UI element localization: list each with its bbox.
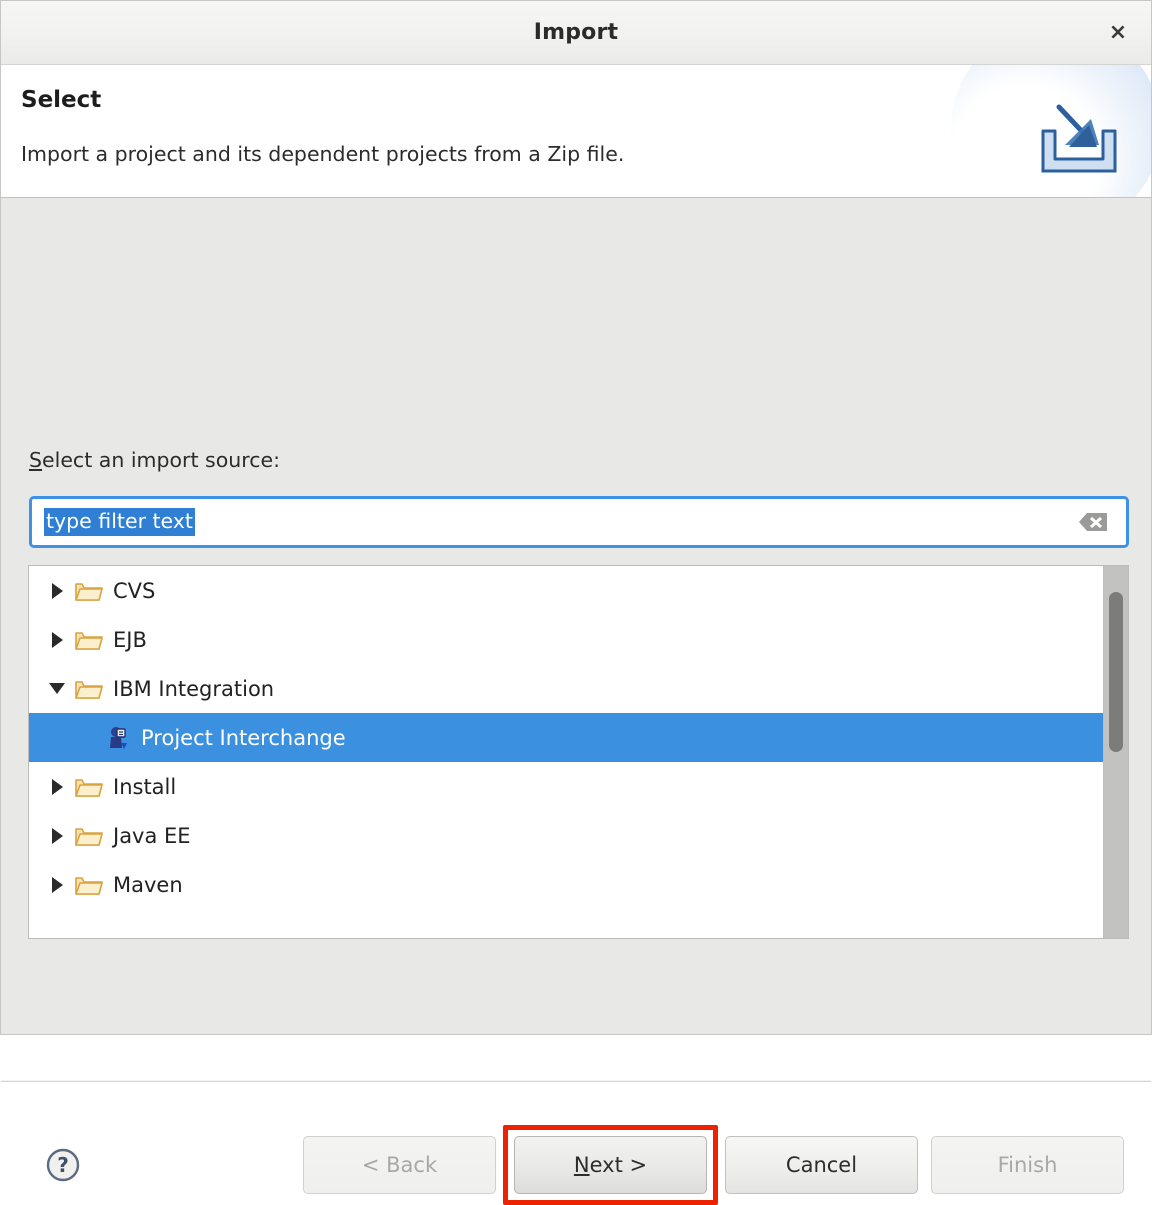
tree-item-label: Java EE — [113, 823, 191, 848]
import-wizard-icon — [1041, 104, 1117, 173]
tree-item-install[interactable]: Install — [29, 762, 1103, 811]
page-description: Import a project and its dependent proje… — [21, 142, 625, 166]
filter-input-wrapper[interactable]: type filter text — [29, 496, 1129, 548]
tree-item-label: CVS — [113, 578, 156, 603]
filter-input[interactable]: type filter text — [44, 507, 195, 537]
page-title: Select — [21, 87, 102, 113]
chevron-right-icon[interactable] — [43, 778, 71, 795]
back-button[interactable]: < Back — [303, 1136, 496, 1194]
next-button-mnemonic: N — [573, 1153, 590, 1177]
import-source-label: Select an import source: — [29, 448, 280, 472]
svg-text:?: ? — [57, 1153, 69, 1177]
import-source-tree[interactable]: CVS EJB IBM Integration Project Intercha… — [28, 565, 1129, 939]
tree-item-project-interchange[interactable]: Project Interchange — [29, 713, 1103, 762]
chevron-right-icon[interactable] — [43, 582, 71, 599]
tree-scrollbar[interactable] — [1103, 566, 1128, 938]
tree-item-label: EJB — [113, 627, 147, 652]
tree-scrollbar-thumb[interactable] — [1109, 592, 1123, 752]
import-source-label-rest: elect an import source: — [42, 448, 281, 472]
dialog-body: Select an import source: type filter tex… — [1, 198, 1151, 1205]
folder-icon — [71, 776, 107, 798]
next-button[interactable]: Next > — [514, 1136, 707, 1194]
tree-item-cvs[interactable]: CVS — [29, 566, 1103, 615]
chevron-right-icon[interactable] — [43, 631, 71, 648]
folder-icon — [71, 825, 107, 847]
tree-rows: CVS EJB IBM Integration Project Intercha… — [29, 566, 1103, 938]
folder-icon — [71, 580, 107, 602]
tree-item-ibm-integration[interactable]: IBM Integration — [29, 664, 1103, 713]
folder-icon — [71, 874, 107, 896]
cancel-button[interactable]: Cancel — [725, 1136, 918, 1194]
finish-button[interactable]: Finish — [931, 1136, 1124, 1194]
dialog-button-row: < Back Next > Cancel Finish — [303, 1125, 1124, 1205]
close-icon[interactable]: × — [1101, 16, 1135, 50]
next-button-highlight: Next > — [503, 1125, 718, 1205]
chevron-right-icon[interactable] — [43, 876, 71, 893]
tree-item-label: Install — [113, 774, 177, 799]
import-source-label-mnemonic: S — [29, 448, 43, 472]
folder-icon — [71, 629, 107, 651]
dialog-titlebar: Import × — [1, 1, 1151, 65]
tree-item-label: IBM Integration — [113, 676, 275, 701]
folder-icon — [71, 678, 107, 700]
help-icon[interactable]: ? — [45, 1147, 81, 1183]
project-interchange-icon — [99, 726, 135, 750]
wizard-header: Select Import a project and its dependen… — [1, 65, 1151, 198]
footer-separator — [1, 1080, 1151, 1082]
chevron-right-icon[interactable] — [43, 827, 71, 844]
tree-item-maven[interactable]: Maven — [29, 860, 1103, 909]
tree-item-java-ee[interactable]: Java EE — [29, 811, 1103, 860]
import-dialog: Import × Select Import a project and its… — [0, 0, 1152, 1205]
tree-item-ejb[interactable]: EJB — [29, 615, 1103, 664]
dialog-title: Import — [533, 20, 619, 45]
chevron-down-icon[interactable] — [43, 683, 71, 694]
tree-item-label: Maven — [113, 872, 183, 897]
next-button-label: ext > — [589, 1153, 648, 1177]
tree-item-label: Project Interchange — [141, 725, 346, 750]
clear-filter-icon[interactable] — [1078, 511, 1108, 533]
